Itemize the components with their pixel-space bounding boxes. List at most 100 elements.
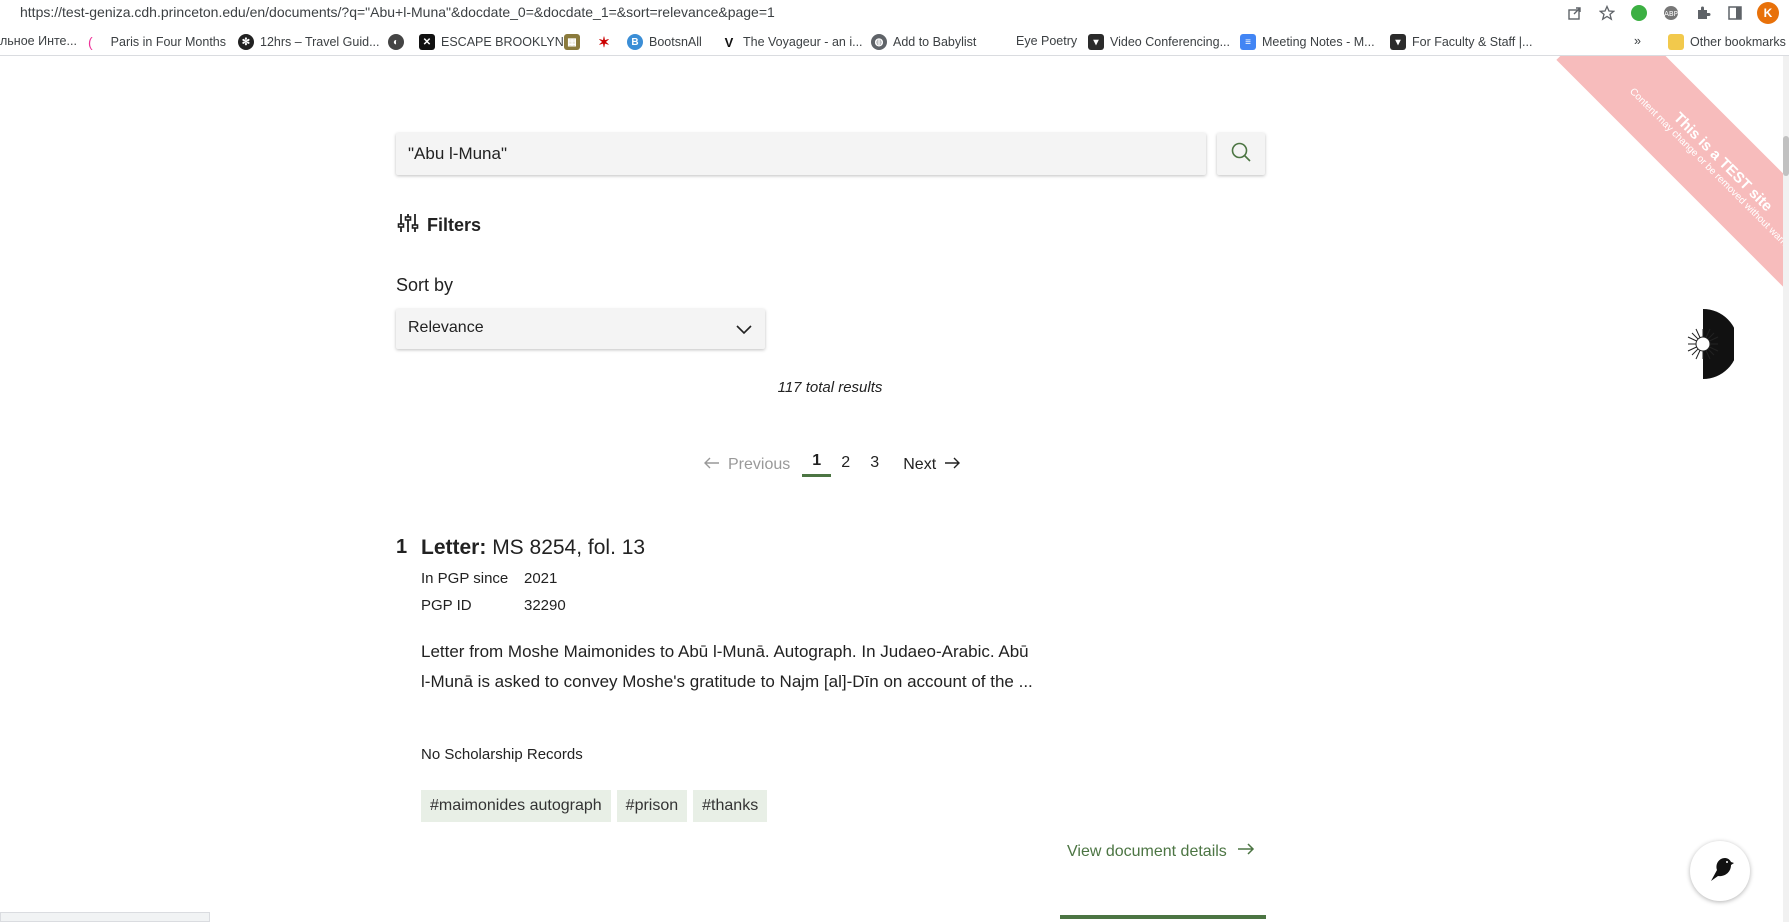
folder-icon xyxy=(1668,34,1684,50)
extension-adblock-icon[interactable]: ABP xyxy=(1661,3,1681,23)
page-scrollbar[interactable] xyxy=(1783,56,1789,922)
theme-toggle-button[interactable] xyxy=(1672,309,1738,379)
chevron-down-icon xyxy=(735,320,753,343)
voyageur-icon: V xyxy=(724,34,734,50)
bookmark-label: Paris in Four Months xyxy=(110,35,226,49)
bookmark-item[interactable]: ≡ Meeting Notes - M... xyxy=(1240,34,1375,50)
bookmark-label: Eye Poetry xyxy=(1016,34,1078,48)
scholarship-records: No Scholarship Records xyxy=(421,746,583,763)
bookmark-label: Meeting Notes - M... xyxy=(1262,35,1375,49)
bookmark-icon: ( xyxy=(88,34,93,50)
page-link-3[interactable]: 3 xyxy=(860,454,889,476)
tag-maimonides-autograph[interactable]: #maimonides autograph xyxy=(421,790,611,822)
puzzle-icon[interactable] xyxy=(1693,3,1713,23)
arrow-left-icon xyxy=(704,456,720,474)
meta-value-pgp-id: 32290 xyxy=(524,597,566,614)
sort-selected-value: Relevance xyxy=(408,319,484,336)
bookmark-label: The Voyageur - an i... xyxy=(743,35,863,49)
view-document-details-link[interactable]: View document details xyxy=(1067,842,1255,861)
arrow-right-icon xyxy=(1237,842,1255,861)
bird-icon xyxy=(1705,854,1735,889)
sort-select[interactable]: Relevance xyxy=(396,309,765,349)
bookmark-item[interactable]: Eye Poetry xyxy=(1016,34,1077,48)
sliders-icon xyxy=(397,212,419,239)
meta-label-pgp-id: PGP ID xyxy=(421,597,472,614)
address-bar: https://test-geniza.cdh.princeton.edu/en… xyxy=(0,0,1789,25)
share-icon[interactable] xyxy=(1565,3,1585,23)
total-results: 117 total results xyxy=(777,379,883,396)
bookmark-icon: ✕ xyxy=(419,34,435,50)
pagination: Previous 1 2 3 Next xyxy=(704,452,961,477)
bookmark-item[interactable]: ▾ Video Conferencing... xyxy=(1088,34,1230,50)
bookmark-icon: ✻ xyxy=(238,34,254,50)
bookmark-label: BootsnAll xyxy=(649,35,702,49)
sun-moon-icon xyxy=(1687,309,1738,379)
arrow-right-icon xyxy=(944,456,961,474)
bookmark-label: 12hrs – Travel Guid... xyxy=(260,35,380,49)
next-page-link[interactable]: Next xyxy=(903,455,961,474)
result-type: Letter: xyxy=(421,536,487,559)
page-link-2[interactable]: 2 xyxy=(831,454,860,476)
details-link-label: View document details xyxy=(1067,842,1227,860)
previous-label: Previous xyxy=(728,455,791,473)
bookmarks-bar: льное Инте... ( Paris in Four Months ✻ 1… xyxy=(0,30,1789,56)
bookmark-item[interactable]: ✻ 12hrs – Travel Guid... xyxy=(238,34,380,50)
profile-avatar[interactable]: K xyxy=(1757,2,1779,24)
docs-icon: ≡ xyxy=(1240,34,1256,50)
bookmark-item[interactable]: ( Paris in Four Months xyxy=(88,34,226,50)
filters-label: Filters xyxy=(427,215,482,235)
bookmark-item[interactable]: льное Инте... xyxy=(0,34,77,48)
url-field[interactable]: https://test-geniza.cdh.princeton.edu/en… xyxy=(20,4,775,20)
page-link-1[interactable]: 1 xyxy=(802,452,832,477)
filters-toggle[interactable]: Filters xyxy=(397,212,481,239)
bookmarks-overflow-chevron[interactable]: » xyxy=(1634,34,1641,48)
sidepanel-icon[interactable] xyxy=(1725,3,1745,23)
globe-icon: ◐ xyxy=(388,34,404,50)
bookmark-icon: ▦ xyxy=(564,34,580,50)
bookmark-item-other[interactable]: Other bookmarks xyxy=(1668,34,1786,50)
result-shelfmark: MS 8254, fol. 13 xyxy=(492,536,646,559)
star-icon[interactable] xyxy=(1597,3,1617,23)
next-result-edge xyxy=(1060,915,1266,919)
bookmark-item[interactable]: ◐ xyxy=(388,34,404,50)
previous-page-link[interactable]: Previous xyxy=(704,456,790,474)
search-input[interactable]: "Abu l-Muna" xyxy=(396,133,1206,175)
tag-prison[interactable]: #prison xyxy=(616,790,688,822)
result-title[interactable]: Letter: MS 8254, fol. 13 xyxy=(421,536,645,560)
globe-icon: ◍ xyxy=(871,34,887,50)
search-icon xyxy=(1230,141,1252,168)
meta-label-pgp-since: In PGP since xyxy=(421,570,509,587)
status-bar-tooltip xyxy=(0,912,210,922)
browser-toolbar-icons: ABP K xyxy=(1565,2,1779,24)
extension-green-icon[interactable] xyxy=(1629,3,1649,23)
bookmark-item[interactable]: ▦ xyxy=(564,34,580,50)
svg-text:ABP: ABP xyxy=(1664,10,1678,18)
bookmark-label: ESCAPE BROOKLYN xyxy=(441,35,564,49)
bootsnall-icon: B xyxy=(627,34,643,50)
bookmark-label: Video Conferencing... xyxy=(1110,35,1230,49)
bookmark-label: For Faculty & Staff |... xyxy=(1412,35,1533,49)
bookmark-item[interactable]: V The Voyageur - an i... xyxy=(721,34,863,50)
meta-value-pgp-since: 2021 xyxy=(524,570,558,587)
shield-icon: ▾ xyxy=(1088,34,1104,50)
bookmark-icon: ✶ xyxy=(598,33,610,50)
scrollbar-thumb[interactable] xyxy=(1783,136,1789,176)
bookmark-label: Other bookmarks xyxy=(1690,35,1786,49)
ribbon-title: This is a TEST site xyxy=(1670,108,1777,215)
result-description: Letter from Moshe Maimonides to Abū l-Mu… xyxy=(421,642,1033,691)
shield-icon: ▾ xyxy=(1390,34,1406,50)
search-button[interactable] xyxy=(1217,133,1265,175)
feedback-button[interactable] xyxy=(1690,841,1750,901)
sort-by-label: Sort by xyxy=(396,275,454,295)
bookmark-item[interactable]: B BootsnAll xyxy=(627,34,702,50)
bookmark-item[interactable]: ▾ For Faculty & Staff |... xyxy=(1390,34,1532,50)
tag-list: #maimonides autograph #prison #thanks xyxy=(421,790,768,822)
bookmark-item[interactable]: ✕ ESCAPE BROOKLYN xyxy=(419,34,564,50)
bookmark-item[interactable]: ◍ Add to Babylist xyxy=(871,34,976,50)
tag-thanks[interactable]: #thanks xyxy=(693,790,768,822)
bookmark-label: Add to Babylist xyxy=(893,35,977,49)
result-number: 1 xyxy=(396,536,408,558)
bookmark-item[interactable]: ✶ xyxy=(596,34,612,50)
test-site-ribbon: This is a TEST site Content may change o… xyxy=(1529,56,1789,316)
next-label: Next xyxy=(903,455,937,473)
